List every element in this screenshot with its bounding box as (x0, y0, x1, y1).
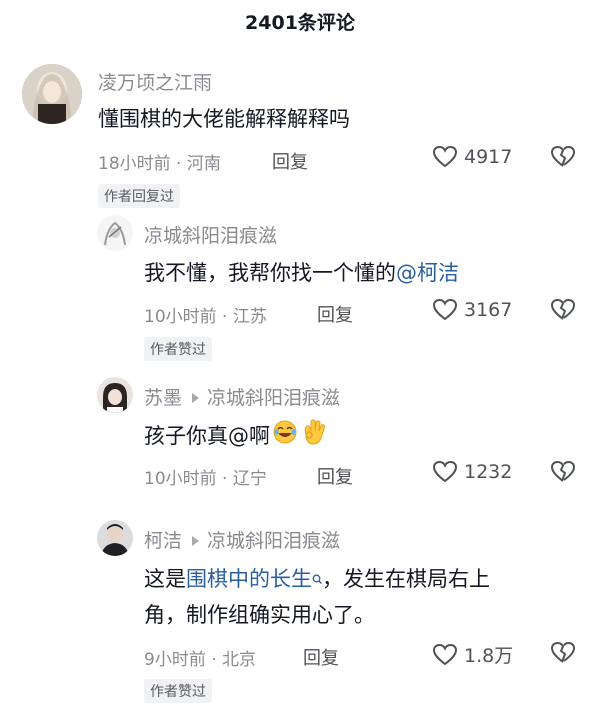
reply-to-username[interactable]: 凉城斜阳泪痕滋 (207, 387, 340, 409)
comment-text: 这是围棋中的长生 ，发生在棋局右上 (144, 562, 490, 596)
username[interactable]: 凉城斜阳泪痕滋 (144, 221, 277, 248)
reply-header: 柯洁 凉城斜阳泪痕滋 (144, 526, 340, 553)
reply-button[interactable]: 回复 (317, 301, 353, 327)
ok-hand-emoji-icon (300, 418, 326, 456)
broken-heart-icon (551, 641, 576, 663)
like-button[interactable]: 4917 (432, 145, 512, 169)
username[interactable]: 柯洁 (144, 530, 182, 552)
comment-text-line2: 角，制作组确实用心了。 (144, 603, 375, 627)
heart-icon (432, 643, 458, 665)
search-link[interactable]: 围棋中的长生 (186, 567, 312, 591)
username[interactable]: 凌万顷之江雨 (98, 68, 212, 95)
comment-text: 我不懂，我帮你找一个懂的@柯洁 (144, 256, 459, 290)
dislike-button[interactable] (550, 145, 576, 173)
comment-text-prefix: 我不懂，我帮你找一个懂的 (144, 261, 396, 285)
avatar[interactable] (22, 64, 82, 124)
avatar[interactable] (97, 520, 133, 556)
broken-heart-icon (551, 298, 576, 320)
laughing-emoji-icon (272, 419, 298, 455)
like-count: 1.8万 (464, 645, 514, 667)
broken-heart-icon (551, 460, 576, 482)
like-button[interactable]: 1232 (432, 460, 512, 484)
heart-icon (432, 145, 458, 168)
like-count: 1232 (464, 461, 513, 483)
mention-link[interactable]: @柯洁 (396, 261, 459, 285)
username[interactable]: 苏墨 (144, 387, 182, 409)
comment-time-location: 10小时前 · 辽宁 (144, 469, 267, 489)
comment-text: 孩子你真@啊 (144, 418, 326, 456)
comment-text-line1-suffix: ，发生在棋局右上 (322, 567, 490, 591)
broken-heart-icon (551, 145, 576, 167)
heart-icon (432, 298, 458, 321)
reply-button[interactable]: 回复 (272, 148, 308, 174)
search-icon[interactable] (312, 562, 322, 596)
reply-arrow-icon (192, 535, 200, 546)
like-button[interactable]: 3167 (432, 298, 512, 322)
comment-text-content: 孩子你真@啊 (144, 424, 270, 448)
dislike-button[interactable] (550, 460, 576, 488)
avatar[interactable] (97, 377, 133, 413)
comments-page: 2401条评论 凌万顷之江雨 懂围棋的大佬能解释解释吗 18小时前 · 河南 回… (0, 0, 600, 705)
comment-time-location: 10小时前 · 江苏 (144, 307, 267, 327)
heart-icon (432, 460, 458, 483)
author-badge: 作者回复过 (98, 184, 180, 208)
reply-arrow-icon (192, 392, 200, 403)
like-button[interactable]: 1.8万 (432, 641, 513, 668)
dislike-button[interactable] (550, 298, 576, 326)
comment-time-location: 9小时前 · 北京 (144, 650, 257, 670)
comment-time-location: 18小时前 · 河南 (98, 154, 221, 174)
author-badge: 作者赞过 (144, 679, 212, 703)
reply-header: 苏墨 凉城斜阳泪痕滋 (144, 383, 340, 410)
author-badge: 作者赞过 (144, 337, 212, 361)
comment-text: 懂围棋的大佬能解释解释吗 (98, 107, 350, 131)
dislike-button[interactable] (550, 641, 576, 669)
reply-button[interactable]: 回复 (303, 644, 339, 670)
reply-button[interactable]: 回复 (317, 463, 353, 489)
like-count: 3167 (464, 299, 513, 321)
reply-to-username[interactable]: 凉城斜阳泪痕滋 (207, 530, 340, 552)
comment-count-title: 2401条评论 (245, 12, 355, 34)
like-count: 4917 (464, 146, 513, 168)
avatar[interactable] (97, 215, 133, 251)
comment-text-line1-prefix: 这是 (144, 567, 186, 591)
